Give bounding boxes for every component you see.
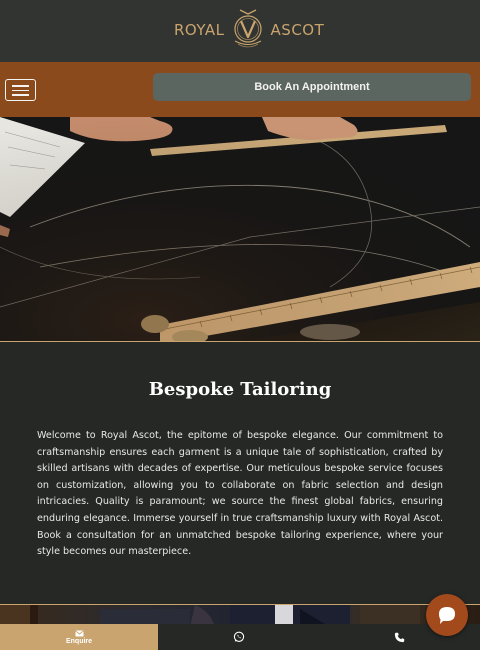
envelope-icon (74, 629, 84, 636)
navbar: Book An Appointment (0, 62, 480, 117)
header: ROYAL ASCOT (0, 0, 480, 62)
brand-logo[interactable]: ROYAL ASCOT (174, 7, 324, 53)
hamburger-menu-icon[interactable] (5, 79, 36, 101)
enquire-label: Enquire (65, 637, 93, 645)
intro-section: Bespoke Tailoring Welcome to Royal Ascot… (0, 342, 480, 604)
whatsapp-button[interactable] (158, 624, 319, 650)
enquire-button[interactable]: Enquire (0, 624, 158, 650)
strip-illustration (0, 605, 420, 626)
chat-bubble-icon (439, 607, 455, 624)
crest-emblem-icon (233, 9, 262, 48)
book-appointment-button[interactable]: Book An Appointment (153, 73, 471, 101)
hero-illustration (0, 117, 480, 341)
intro-paragraph: Welcome to Royal Ascot, the epitome of b… (37, 430, 443, 558)
whatsapp-icon (233, 631, 244, 642)
next-section-image (0, 604, 480, 626)
section-title: Bespoke Tailoring (148, 379, 332, 400)
chat-button[interactable] (426, 594, 468, 636)
phone-icon (394, 632, 405, 642)
hero-image (0, 117, 480, 342)
bottom-action-bar: Enquire (0, 624, 480, 650)
brand-name-right: ASCOT (270, 21, 325, 39)
brand-name-left: ROYAL (174, 21, 225, 39)
